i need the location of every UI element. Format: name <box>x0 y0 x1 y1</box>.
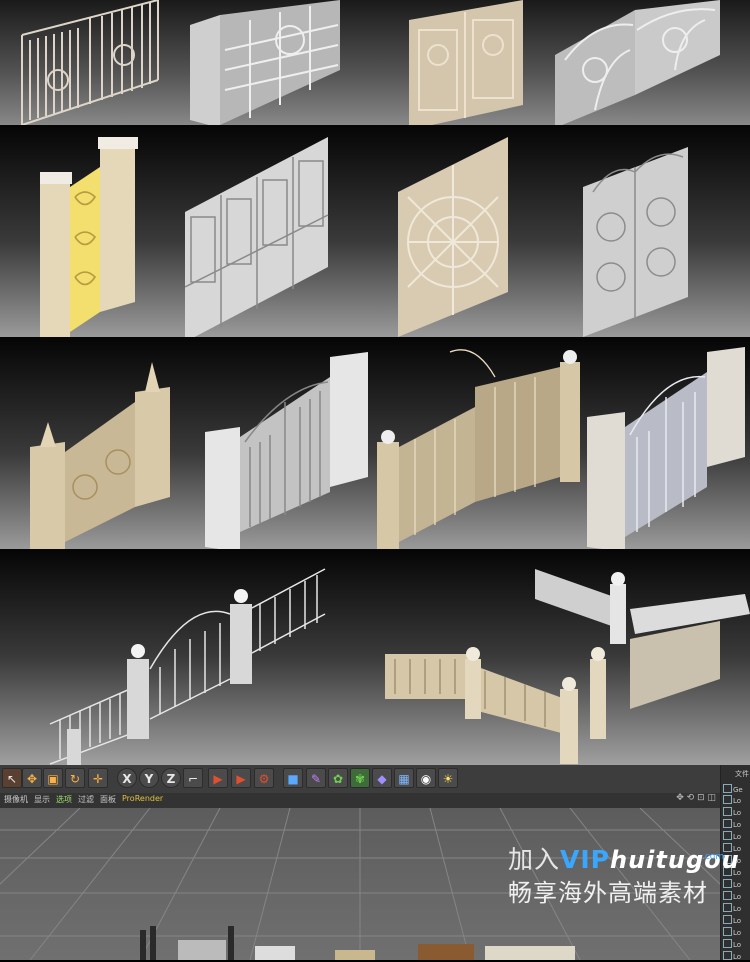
gate-thumbnail <box>30 347 175 549</box>
object-row[interactable]: Lo <box>723 795 750 806</box>
object-icon <box>723 819 732 828</box>
viewport-models <box>140 926 575 960</box>
watermark: 加入VIPhuitugou .com 畅享海外高端素材 <box>508 840 748 907</box>
subdivide-icon[interactable]: ✿ <box>328 768 348 788</box>
gate-thumbnail <box>40 137 150 337</box>
menu-panel[interactable]: 面板 <box>100 794 116 805</box>
object-row[interactable]: Lo <box>723 951 750 962</box>
camera-icon[interactable]: ◉ <box>416 768 436 788</box>
watermark-line-2: 畅享海外高端素材 <box>508 879 708 907</box>
menu-filter[interactable]: 过滤 <box>78 794 94 805</box>
gate-thumbnail <box>398 137 510 337</box>
array-icon[interactable]: ✾ <box>350 768 370 788</box>
object-row[interactable]: Lo <box>723 927 750 938</box>
render-settings-icon[interactable]: ⚙ <box>254 768 274 788</box>
gate-thumbnail <box>405 0 525 125</box>
object-icon <box>723 807 732 816</box>
y-axis-icon[interactable]: Y <box>139 768 159 788</box>
object-icon <box>723 784 732 793</box>
gate-thumbnail <box>585 347 745 549</box>
fence-thumbnail <box>45 559 335 765</box>
object-icon <box>723 939 732 948</box>
pen-icon[interactable]: ✎ <box>306 768 326 788</box>
render-view-icon[interactable]: ▶ <box>231 768 251 788</box>
object-row[interactable]: Ge <box>723 784 750 795</box>
gate-thumbnail <box>190 0 345 125</box>
object-icon <box>723 927 732 936</box>
gallery-row-1 <box>0 0 750 125</box>
watermark-vip-text: VIP <box>560 845 610 874</box>
select-tool-icon[interactable]: ↖ <box>2 768 22 788</box>
deformer-icon[interactable]: ◆ <box>372 768 392 788</box>
x-axis-icon[interactable]: X <box>117 768 137 788</box>
object-row[interactable]: Lo <box>723 939 750 950</box>
object-icon <box>723 951 732 960</box>
gallery-row-2 <box>0 125 750 337</box>
coordinate-system-icon[interactable]: ⌐ <box>183 768 203 788</box>
gate-thumbnail <box>200 347 375 549</box>
viewport-menubar: 摄像机 显示 选项 过滤 面板 ProRender ✥ ⟲ ⊡ ◫ <box>0 793 720 808</box>
gallery-row-4 <box>0 549 750 765</box>
watermark-join-text: 加入 <box>508 845 561 874</box>
add-tool-icon[interactable]: ✛ <box>88 768 108 788</box>
viewport-nav-icons[interactable]: ✥ ⟲ ⊡ ◫ <box>676 793 716 803</box>
gate-thumbnail <box>583 137 693 337</box>
object-icon <box>723 831 732 840</box>
light-icon[interactable]: ☀ <box>438 768 458 788</box>
z-axis-icon[interactable]: Z <box>161 768 181 788</box>
cube-icon[interactable]: ■ <box>283 768 303 788</box>
render-region-icon[interactable]: ▶ <box>208 768 228 788</box>
floor-icon[interactable]: ▦ <box>394 768 414 788</box>
gate-thumbnail <box>185 137 330 337</box>
object-row[interactable]: Lo <box>723 915 750 926</box>
menu-prorender[interactable]: ProRender <box>122 794 163 803</box>
move-tool-icon[interactable]: ✥ <box>22 768 42 788</box>
scale-tool-icon[interactable]: ▣ <box>43 768 63 788</box>
menu-options[interactable]: 选项 <box>56 794 72 805</box>
object-icon <box>723 795 732 804</box>
rotate-tool-icon[interactable]: ↻ <box>65 768 85 788</box>
gate-thumbnail <box>18 0 163 125</box>
gallery-row-3 <box>0 337 750 549</box>
menu-camera[interactable]: 摄像机 <box>4 794 28 805</box>
panel-tab-file[interactable]: 文件 <box>735 769 749 779</box>
gate-thumbnail <box>555 0 725 125</box>
object-row[interactable]: Lo <box>723 807 750 818</box>
watermark-domain-suffix: .com <box>702 852 725 862</box>
object-icon <box>723 915 732 924</box>
object-row[interactable]: Lo <box>723 819 750 830</box>
fence-thumbnail <box>380 559 750 765</box>
gate-model-gallery <box>0 0 750 765</box>
menu-display[interactable]: 显示 <box>34 794 50 805</box>
main-toolbar: ↖ ✥ ▣ ↻ ✛ X Y Z ⌐ ▶ ▶ ⚙ ■ ✎ ✿ ✾ ◆ ▦ ◉ ☀ <box>0 765 720 794</box>
gate-thumbnail <box>375 347 585 549</box>
